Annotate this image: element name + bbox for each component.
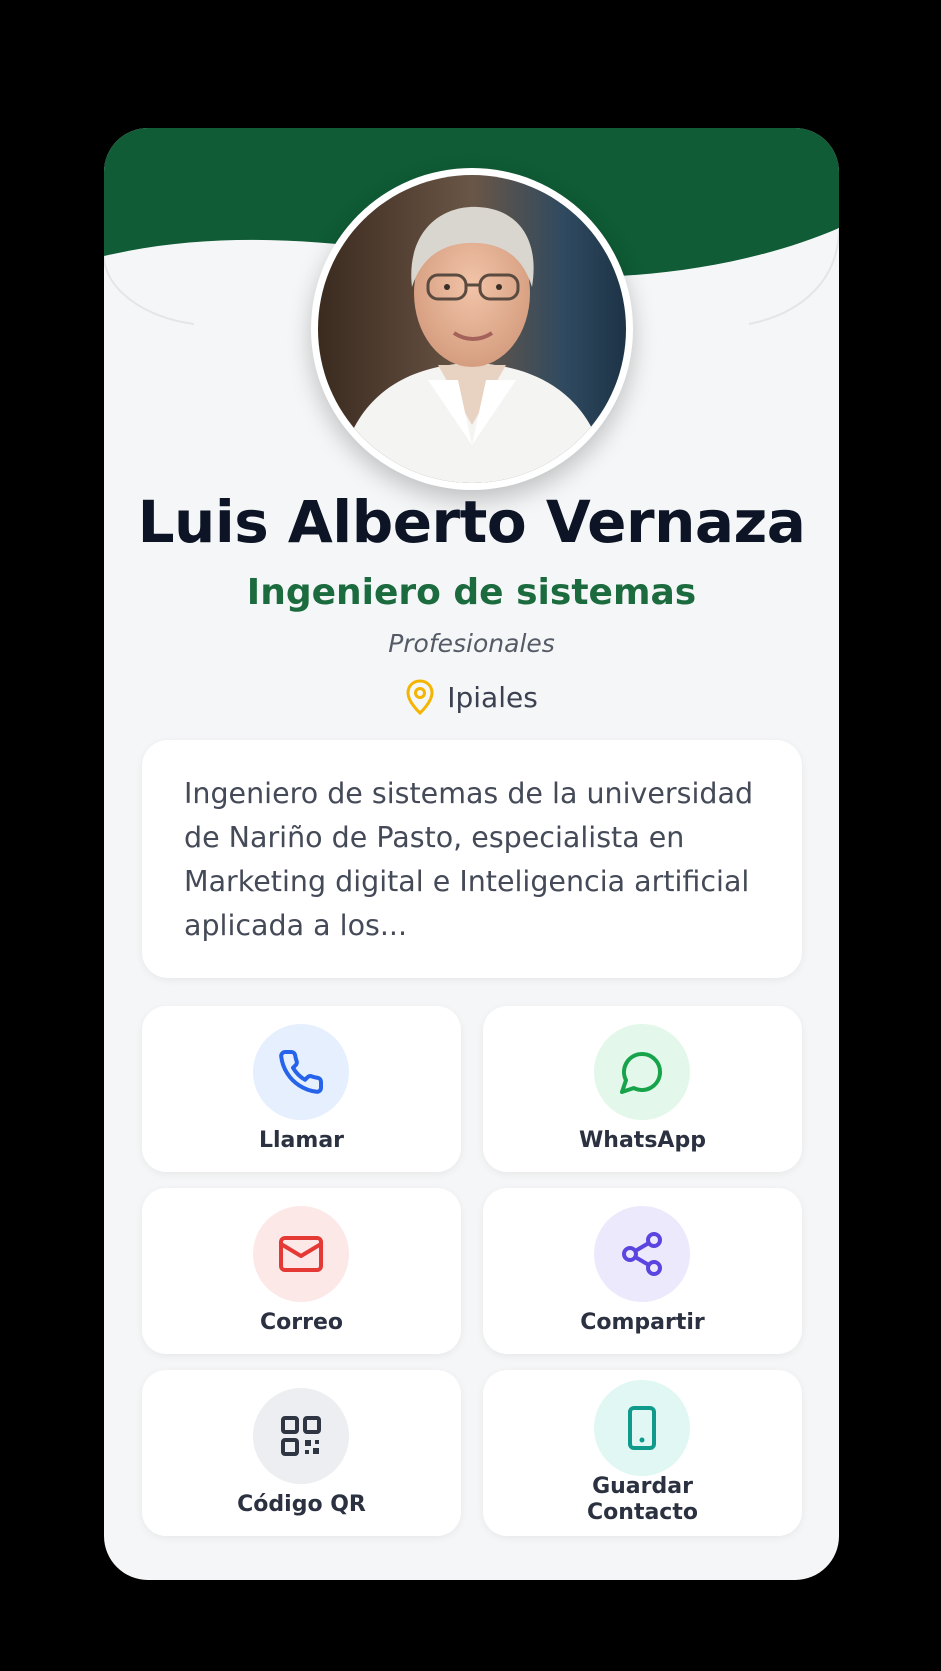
qr-code-icon [281, 1416, 321, 1456]
mail-icon [279, 1236, 323, 1272]
location-label: Ipiales [447, 680, 538, 714]
profile-role: Ingeniero de sistemas [246, 572, 697, 613]
profile-photo [318, 175, 626, 483]
qr-code-button[interactable]: Código QR [142, 1370, 461, 1536]
email-label: Correo [260, 1310, 343, 1335]
share-label: Compartir [580, 1310, 705, 1335]
profile-location: Ipiales [104, 679, 839, 715]
save-icon-circle [594, 1380, 690, 1476]
map-pin-icon [406, 679, 434, 715]
whatsapp-button[interactable]: WhatsApp [483, 1006, 802, 1172]
whatsapp-label: WhatsApp [579, 1128, 706, 1153]
save-contact-label: Guardar Contacto [483, 1474, 802, 1526]
save-contact-button[interactable]: Guardar Contacto [483, 1370, 802, 1536]
share-button[interactable]: Compartir [483, 1188, 802, 1354]
call-label: Llamar [258, 1128, 345, 1153]
bio-text: Ingeniero de sistemas de la universidad … [184, 777, 754, 942]
whatsapp-icon [620, 1052, 662, 1094]
contact-card: Luis Alberto Vernaza Ingeniero de sistem… [104, 128, 839, 1580]
qr-icon-circle [253, 1388, 349, 1484]
save-contact-label-line1: Guardar [592, 1474, 693, 1499]
bio-card: Ingeniero de sistemas de la universidad … [142, 740, 802, 978]
share-icon-circle [594, 1206, 690, 1302]
whatsapp-icon-circle [594, 1024, 690, 1120]
phone-icon [279, 1049, 324, 1094]
call-button[interactable]: Llamar [142, 1006, 461, 1172]
call-icon-circle [253, 1024, 349, 1120]
email-icon-circle [253, 1206, 349, 1302]
profile-name: Luis Alberto Vernaza [137, 488, 806, 556]
share-icon [622, 1232, 662, 1276]
smartphone-icon [628, 1406, 656, 1450]
qr-code-label: Código QR [237, 1492, 366, 1517]
email-button[interactable]: Correo [142, 1188, 461, 1354]
save-contact-label-line2: Contacto [587, 1500, 698, 1525]
profile-category: Profesionales [388, 629, 555, 658]
profile-avatar [311, 168, 633, 490]
